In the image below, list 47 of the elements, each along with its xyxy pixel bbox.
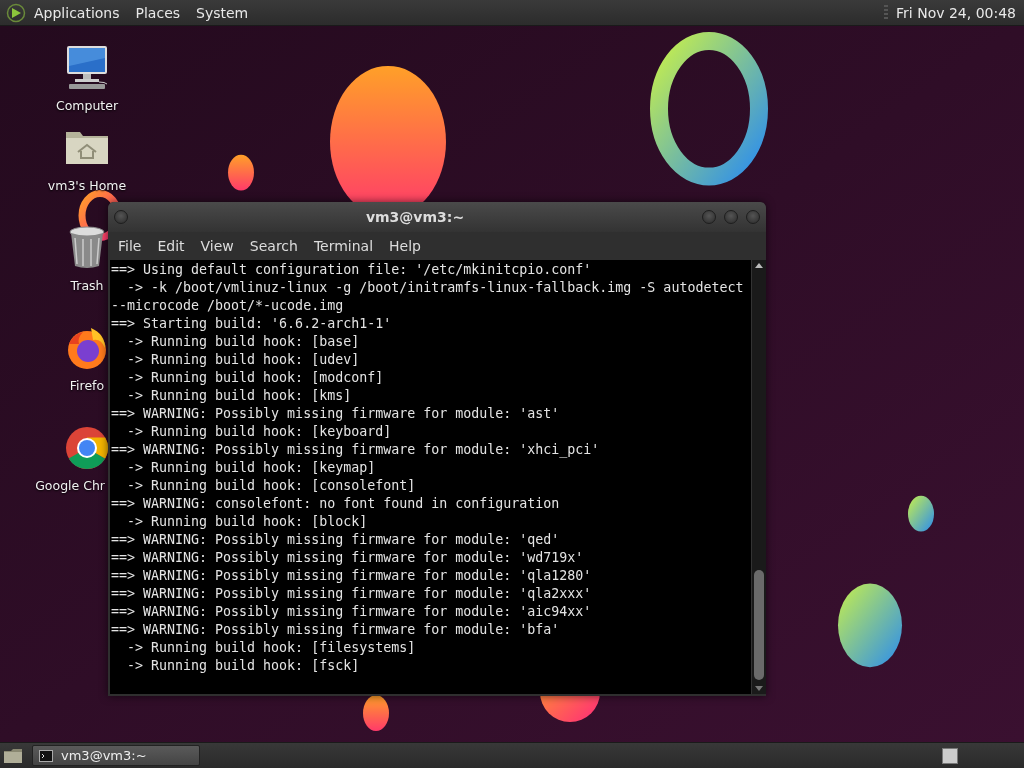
terminal-line: -> Running build hook: [keyboard] <box>126 423 393 441</box>
terminal-line: ==> WARNING: Possibly missing firmware for module: 'qla2xxx' <box>111 585 593 603</box>
terminal-line: ==> WARNING: Possibly missing firmware for module: 'qla1280' <box>111 567 593 585</box>
terminal-line: -> Running build hook: [filesystems] <box>126 639 417 657</box>
terminal-line: ==> WARNING: Possibly missing firmware for module: 'aic94xx' <box>111 603 593 621</box>
menu-item[interactable]: Terminal <box>305 232 382 260</box>
terminal-line: --microcode /boot/*-ucode.img <box>111 297 345 315</box>
workspace-switcher[interactable] <box>942 747 958 764</box>
clock[interactable]: Fri Nov 24, 00:48 <box>896 4 1016 21</box>
terminal-line: ==> WARNING: Possibly missing firmware for module: 'bfa' <box>111 621 561 639</box>
desktop-icon-label[interactable]: vm3's Home <box>47 178 127 193</box>
scrollbar-thumb[interactable] <box>754 570 764 680</box>
terminal-icon <box>39 749 53 762</box>
menu-item[interactable]: Search <box>241 232 306 260</box>
terminal-line: ==> Using default configuration file: '/etc/mkinitcpio.conf' <box>111 261 593 279</box>
terminal-line: ==> WARNING: Possibly missing firmware for module: 'xhci_pci' <box>111 441 601 459</box>
scrollbar[interactable] <box>751 260 766 694</box>
menu-item[interactable]: File <box>110 232 150 260</box>
terminal-line: -> -k /boot/vmlinuz-linux -g /boot/initramfs-linux-fallback.img -S autodetect <box>126 279 745 297</box>
terminal-line: -> Running build hook: [udev] <box>126 351 361 369</box>
terminal-line: ==> Starting build: '6.6.2-arch1-1' <box>111 315 393 333</box>
show-desktop-icon[interactable] <box>2 746 24 765</box>
menu-item[interactable]: Edit <box>149 232 193 260</box>
desktop-icon-label[interactable]: Computer <box>55 98 119 113</box>
desktop-icon-label[interactable]: Firefo <box>69 378 105 393</box>
terminal-line: ==> WARNING: consolefont: no font found in configuration <box>111 495 561 513</box>
taskbar-button[interactable]: vm3@vm3:~ <box>32 745 200 766</box>
desktop-icon-label[interactable]: Google Chr <box>35 478 105 493</box>
chrome-icon[interactable] <box>63 424 111 472</box>
desktop-icon-label[interactable]: Trash <box>70 278 104 293</box>
terminal-line: -> Running build hook: [base] <box>126 333 361 351</box>
terminal-line: -> Running build hook: [modconf] <box>126 369 385 387</box>
menu-item[interactable]: Help <box>381 232 429 260</box>
window-title: vm3@vm3:~ <box>364 209 466 225</box>
menu-item[interactable]: View <box>192 232 242 260</box>
main-menu-icon[interactable] <box>6 2 26 23</box>
terminal-line: -> Running build hook: [kms] <box>126 387 353 405</box>
panel-menu[interactable]: Applications <box>26 4 128 21</box>
terminal-line: -> Running build hook: [block] <box>126 513 369 531</box>
terminal-line: -> Running build hook: [fsck] <box>126 657 361 675</box>
terminal-line: ==> WARNING: Possibly missing firmware for module: 'ast' <box>111 405 561 423</box>
terminal-line: ==> WARNING: Possibly missing firmware for module: 'qed' <box>111 531 561 549</box>
panel-menu[interactable]: System <box>188 4 257 21</box>
terminal-line: -> Running build hook: [consolefont] <box>126 477 417 495</box>
terminal-line: -> Running build hook: [keymap] <box>126 459 377 477</box>
panel-menu[interactable]: Places <box>127 4 189 21</box>
terminal-line: ==> WARNING: Possibly missing firmware for module: 'wd719x' <box>111 549 585 567</box>
